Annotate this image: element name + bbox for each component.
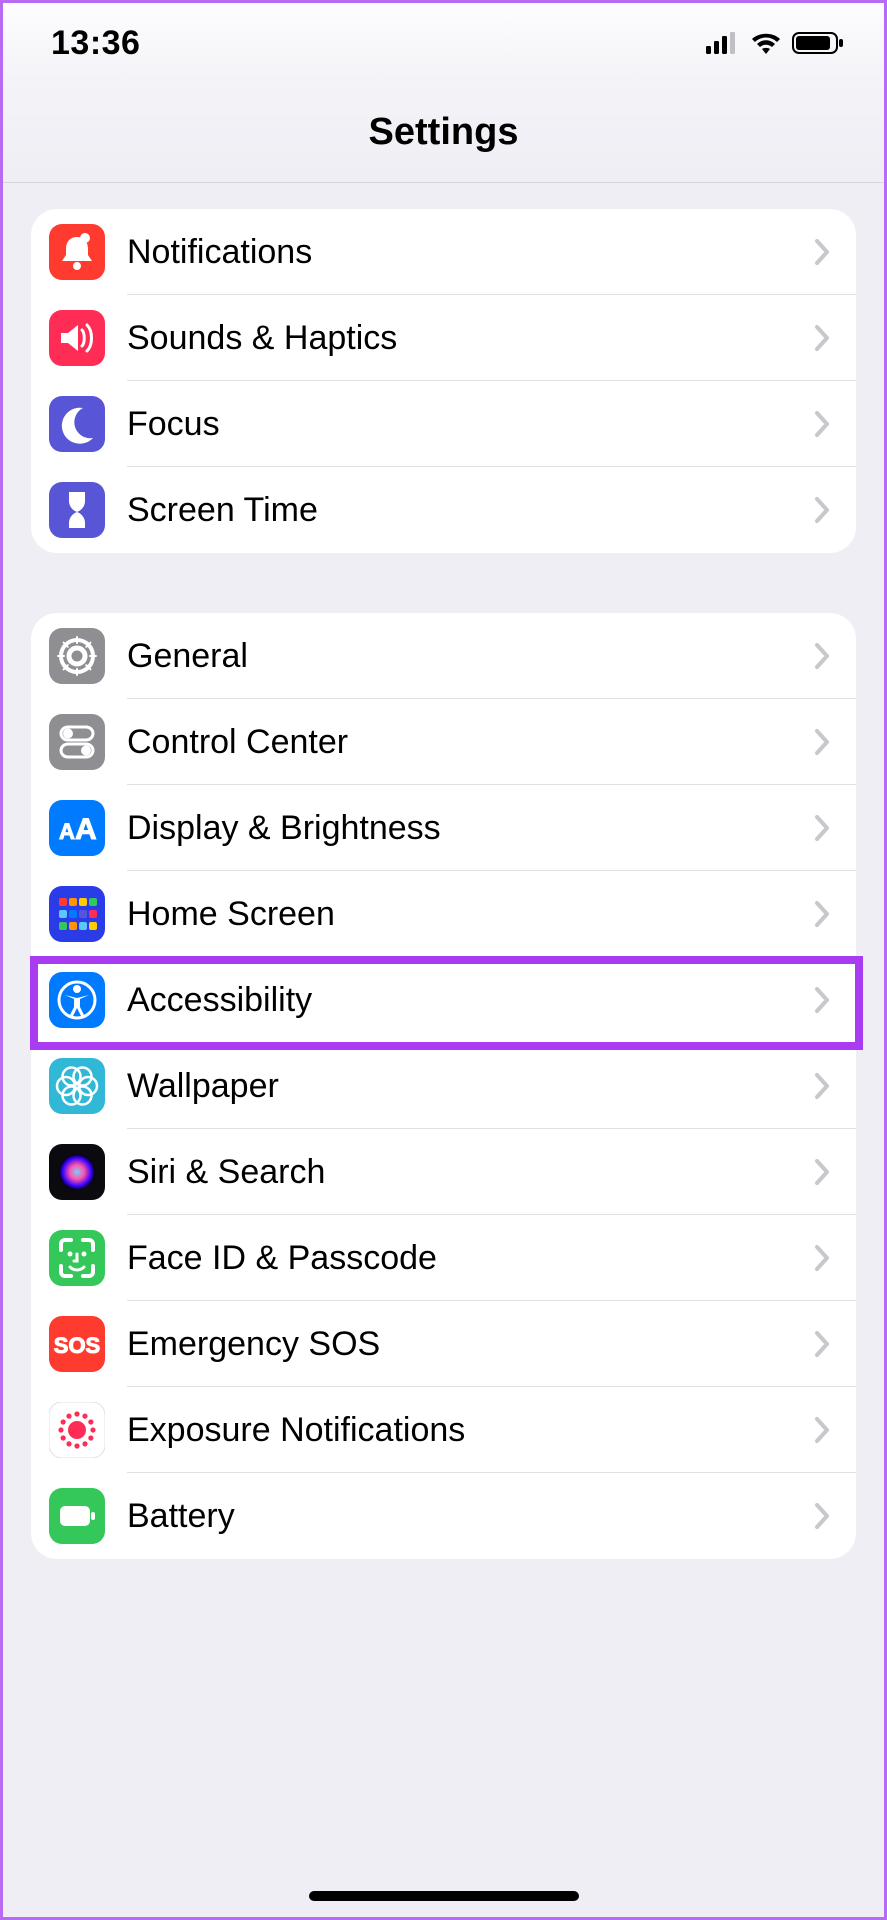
display-icon: AA [49,800,105,856]
chevron-right-icon [814,642,830,670]
row-label: Siri & Search [127,1153,814,1192]
siri-icon [49,1144,105,1200]
home-screen-icon [49,886,105,942]
focus-icon [49,396,105,452]
screentime-icon [49,482,105,538]
battery-icon [49,1488,105,1544]
settings-row-display-brightness[interactable]: AA Display & Brightness [31,785,856,871]
chevron-right-icon [814,496,830,524]
battery-status-icon [792,31,844,55]
row-label: Display & Brightness [127,809,814,848]
row-label: Battery [127,1497,814,1536]
status-bar: 13:36 [3,3,884,83]
page-title: Settings [369,111,519,154]
row-label: Accessibility [127,981,814,1020]
settings-row-home-screen[interactable]: Home Screen [31,871,856,957]
row-label: Face ID & Passcode [127,1239,814,1278]
chevron-right-icon [814,1502,830,1530]
settings-row-general[interactable]: General [31,613,856,699]
row-label: Home Screen [127,895,814,934]
accessibility-icon [49,972,105,1028]
chevron-right-icon [814,814,830,842]
status-time: 13:36 [51,24,140,63]
row-label: Sounds & Haptics [127,319,814,358]
sos-icon: SOS [49,1316,105,1372]
exposure-icon [49,1402,105,1458]
row-label: Emergency SOS [127,1325,814,1364]
row-label: Screen Time [127,491,814,530]
chevron-right-icon [814,986,830,1014]
svg-text:SOS: SOS [54,1333,100,1358]
settings-row-notifications[interactable]: Notifications [31,209,856,295]
nav-header: Settings [3,83,884,183]
settings-row-siri-search[interactable]: Siri & Search [31,1129,856,1215]
status-indicators [706,31,844,55]
settings-row-face-id-passcode[interactable]: Face ID & Passcode [31,1215,856,1301]
row-label: Exposure Notifications [127,1411,814,1450]
chevron-right-icon [814,1158,830,1186]
settings-row-screen-time[interactable]: Screen Time [31,467,856,553]
settings-row-battery[interactable]: Battery [31,1473,856,1559]
settings-row-accessibility[interactable]: Accessibility [31,957,856,1043]
chevron-right-icon [814,1072,830,1100]
home-indicator [309,1891,579,1901]
settings-row-control-center[interactable]: Control Center [31,699,856,785]
row-label: Notifications [127,233,814,272]
settings-row-focus[interactable]: Focus [31,381,856,467]
cellular-icon [706,32,740,54]
settings-group: Notifications Sounds & Haptics Focus Screen… [31,209,856,553]
faceid-icon [49,1230,105,1286]
chevron-right-icon [814,324,830,352]
svg-text:A: A [59,819,75,844]
row-label: Focus [127,405,814,444]
wifi-icon [750,31,782,55]
settings-row-wallpaper[interactable]: Wallpaper [31,1043,856,1129]
settings-row-exposure-notifications[interactable]: Exposure Notifications [31,1387,856,1473]
chevron-right-icon [814,410,830,438]
chevron-right-icon [814,900,830,928]
chevron-right-icon [814,1244,830,1272]
row-label: General [127,637,814,676]
notifications-icon [49,224,105,280]
control-center-icon [49,714,105,770]
sounds-icon [49,310,105,366]
settings-groups: Notifications Sounds & Haptics Focus Screen… [3,183,884,1559]
chevron-right-icon [814,728,830,756]
settings-row-sounds-haptics[interactable]: Sounds & Haptics [31,295,856,381]
svg-text:A: A [75,813,97,846]
wallpaper-icon [49,1058,105,1114]
row-label: Control Center [127,723,814,762]
settings-row-emergency-sos[interactable]: SOS Emergency SOS [31,1301,856,1387]
row-label: Wallpaper [127,1067,814,1106]
chevron-right-icon [814,1330,830,1358]
general-icon [49,628,105,684]
chevron-right-icon [814,238,830,266]
chevron-right-icon [814,1416,830,1444]
settings-group: General Control Center AA Display & Brightn… [31,613,856,1559]
